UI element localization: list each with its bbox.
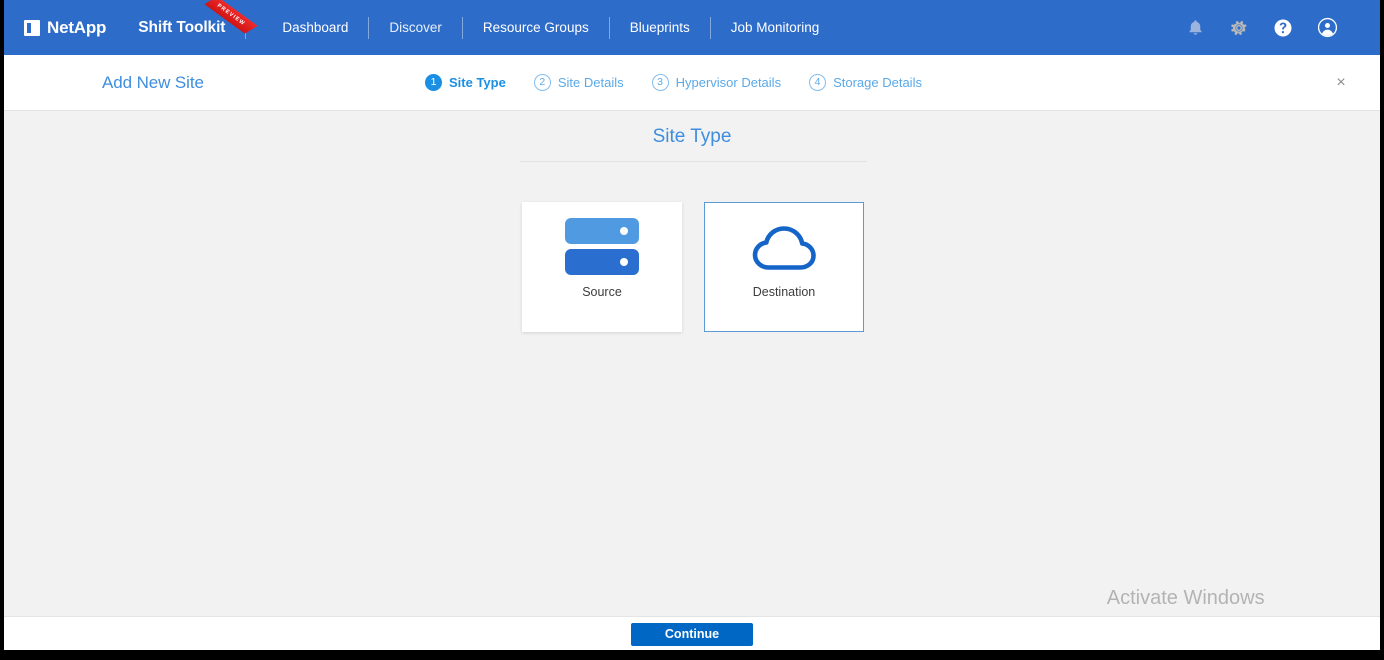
wizard-step-hypervisor-details[interactable]: 3 Hypervisor Details	[652, 74, 781, 91]
primary-nav: Dashboard Discover Resource Groups Bluep…	[264, 17, 837, 39]
step-number: 4	[809, 74, 826, 91]
site-type-card-destination[interactable]: Destination	[704, 202, 864, 332]
wizard-step-list: 1 Site Type 2 Site Details 3 Hypervisor …	[425, 55, 922, 110]
site-type-card-source[interactable]: Source	[522, 202, 682, 332]
step-number: 1	[425, 74, 442, 91]
cloud-icon	[747, 207, 821, 285]
wizard-header: Add New Site 1 Site Type 2 Site Details …	[4, 55, 1380, 111]
section-title: Site Type	[4, 126, 1380, 148]
nav-divider	[609, 17, 610, 39]
title-divider	[520, 161, 867, 162]
nav-item-blueprints[interactable]: Blueprints	[612, 20, 708, 35]
nav-divider	[368, 17, 369, 39]
wizard-footer: Continue	[4, 616, 1380, 650]
nav-divider	[710, 17, 711, 39]
continue-button[interactable]: Continue	[631, 623, 753, 646]
nav-item-job-monitoring[interactable]: Job Monitoring	[713, 20, 838, 35]
app-window: NetApp Shift Toolkit PREVIEW Dashboard D…	[4, 0, 1380, 650]
step-label: Hypervisor Details	[676, 75, 781, 90]
brand-name: NetApp	[47, 18, 106, 38]
wizard-step-site-type[interactable]: 1 Site Type	[425, 74, 506, 91]
step-label: Site Details	[558, 75, 624, 90]
nav-item-resource-groups[interactable]: Resource Groups	[465, 20, 607, 35]
netapp-brand[interactable]: NetApp	[24, 18, 106, 38]
nav-item-discover[interactable]: Discover	[371, 20, 460, 35]
notifications-bell-icon[interactable]	[1186, 18, 1205, 38]
server-stack-icon	[565, 207, 639, 285]
nav-divider	[462, 17, 463, 39]
netapp-logo-icon	[24, 20, 40, 36]
help-circle-icon[interactable]	[1273, 18, 1293, 38]
step-number: 2	[534, 74, 551, 91]
top-navigation-bar: NetApp Shift Toolkit PREVIEW Dashboard D…	[4, 0, 1380, 55]
wizard-step-storage-details[interactable]: 4 Storage Details	[809, 74, 922, 91]
site-type-options: Source Destination	[522, 202, 864, 332]
product-name: Shift Toolkit PREVIEW	[138, 19, 243, 37]
step-number: 3	[652, 74, 669, 91]
step-label: Site Type	[449, 75, 506, 90]
site-type-card-label: Source	[582, 285, 622, 299]
page-title: Add New Site	[102, 73, 204, 93]
user-account-icon[interactable]	[1317, 17, 1338, 38]
topbar-icon-group	[1186, 17, 1338, 38]
step-label: Storage Details	[833, 75, 922, 90]
wizard-content: Site Type Source Destination	[4, 111, 1380, 616]
product-name-label: Shift Toolkit	[138, 19, 225, 36]
close-icon[interactable]: ×	[1332, 74, 1350, 92]
wizard-step-site-details[interactable]: 2 Site Details	[534, 74, 624, 91]
settings-gear-icon[interactable]	[1229, 18, 1249, 38]
site-type-card-label: Destination	[753, 285, 816, 299]
watermark-title: Activate Windows	[1107, 586, 1312, 611]
nav-item-dashboard[interactable]: Dashboard	[264, 20, 366, 35]
